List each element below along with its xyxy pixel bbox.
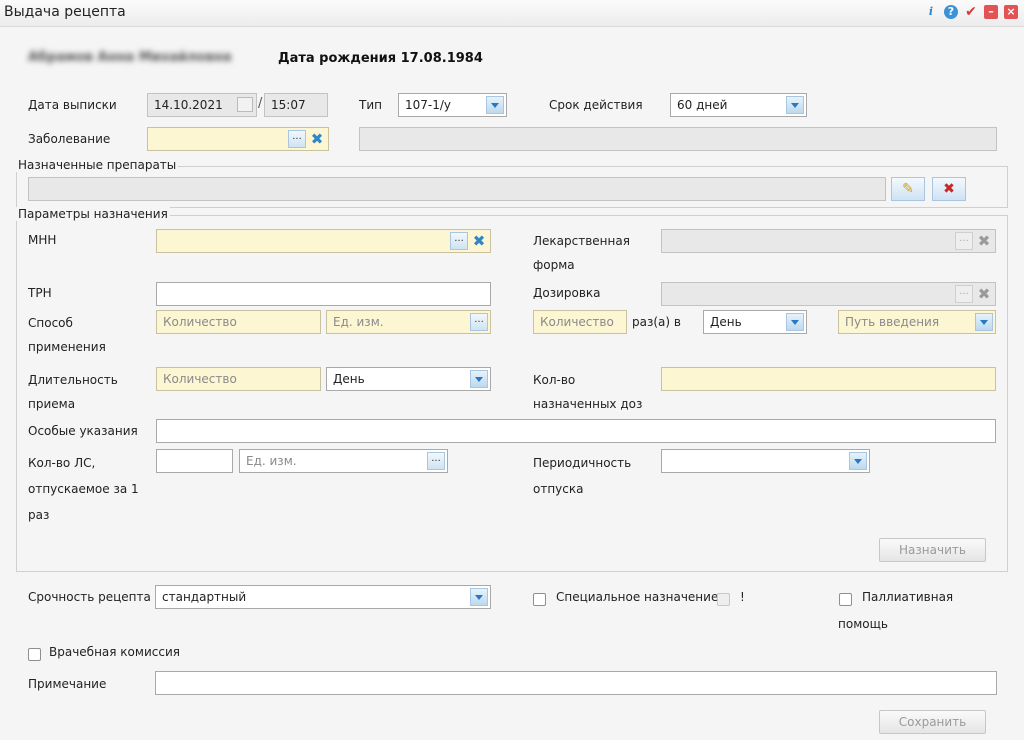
commission-label: Врачебная комиссия <box>49 645 180 659</box>
help-icon[interactable]: ? <box>944 5 958 19</box>
clear-icon: ✖ <box>977 232 991 250</box>
prescribed-drugs-field <box>28 177 886 201</box>
special-instructions-label: Особые указания <box>28 424 138 438</box>
duration-unit-select[interactable]: День <box>326 367 491 391</box>
browse-button: ... <box>955 232 973 250</box>
method-label: Способ применения <box>28 316 106 354</box>
patient-dob: Дата рождения 17.08.1984 <box>278 51 483 66</box>
chevron-down-icon[interactable] <box>470 588 488 606</box>
dispense-quantity-label: Кол-во ЛС, отпускаемое за 1 раз <box>28 456 139 522</box>
chevron-down-icon[interactable] <box>786 313 804 331</box>
pencil-icon: ✎ <box>902 181 914 197</box>
urgency-select[interactable]: стандартный <box>155 585 491 609</box>
method-unit-field[interactable]: Ед. изм.... <box>326 310 491 334</box>
palliative-checkbox[interactable] <box>839 593 852 606</box>
patient-name: Абрамов Анна Михайловна <box>28 50 232 65</box>
urgency-label: Срочность рецепта <box>28 590 151 604</box>
validity-select[interactable]: 60 дней <box>670 93 807 117</box>
disease-field[interactable]: ... ✖ <box>147 127 329 151</box>
browse-button[interactable]: ... <box>288 130 306 148</box>
duration-quantity-field[interactable]: Количество <box>156 367 321 391</box>
route-select[interactable]: Путь введения <box>838 310 996 334</box>
date-time-separator: / <box>258 96 263 111</box>
method-quantity-field[interactable]: Количество <box>156 310 321 334</box>
chevron-down-icon[interactable] <box>849 452 867 470</box>
clear-icon[interactable]: ✖ <box>308 130 326 148</box>
browse-button[interactable]: ... <box>470 313 488 331</box>
chevron-down-icon[interactable] <box>470 370 488 388</box>
duration-label: Длительность приема <box>28 373 118 411</box>
dosage-label: Дозировка <box>533 286 601 300</box>
periodicity-label: Периодичность отпуска <box>533 456 632 496</box>
type-label: Тип <box>359 98 382 112</box>
special-purpose-checkbox[interactable] <box>533 593 546 606</box>
window-titlebar <box>0 0 1024 27</box>
trn-field[interactable] <box>156 282 491 306</box>
delete-button[interactable]: ✖ <box>932 177 966 201</box>
assign-button[interactable]: Назначить <box>879 538 986 562</box>
params-fieldset <box>16 215 1008 572</box>
dispense-quantity-field[interactable] <box>156 449 233 473</box>
browse-button: ... <box>955 285 973 303</box>
doses-label: Кол-во назначенных доз <box>533 373 643 411</box>
params-legend: Параметры назначения <box>16 207 170 221</box>
edit-button[interactable]: ✎ <box>891 177 925 201</box>
times-label: раз(а) в <box>632 315 681 329</box>
dosage-form-field: ... ✖ <box>661 229 996 253</box>
dosage-field: ... ✖ <box>661 282 996 306</box>
mnn-label: МНН <box>28 233 57 247</box>
info-icon[interactable]: i <box>924 5 938 19</box>
periodicity-select[interactable] <box>661 449 870 473</box>
window-controls: i ? ✔ – × <box>924 5 1018 19</box>
chevron-down-icon[interactable] <box>786 96 804 114</box>
note-label: Примечание <box>28 677 107 691</box>
special-purpose-sub-checkbox[interactable] <box>717 593 730 606</box>
chevron-down-icon[interactable] <box>975 313 993 331</box>
disease-description-field <box>359 127 997 151</box>
check-icon[interactable]: ✔ <box>964 5 978 19</box>
dosage-form-label: Лекарственная форма <box>533 234 630 272</box>
clear-icon: ✖ <box>977 285 991 303</box>
calendar-icon[interactable] <box>237 97 253 112</box>
chevron-down-icon[interactable] <box>486 96 504 114</box>
note-field[interactable] <box>155 671 997 695</box>
browse-button[interactable]: ... <box>450 232 468 250</box>
delete-icon: ✖ <box>943 181 955 197</box>
palliative-label-line1: Паллиативная <box>862 590 954 604</box>
issue-date-field[interactable]: 14.10.2021 <box>147 93 257 117</box>
doses-field[interactable] <box>661 367 996 391</box>
save-button[interactable]: Сохранить <box>879 710 986 734</box>
window-title: Выдача рецепта <box>4 4 126 20</box>
special-purpose-label: Специальное назначение <box>556 590 719 604</box>
special-instructions-field[interactable] <box>156 419 996 443</box>
issue-date-label: Дата выписки <box>28 98 117 112</box>
type-select[interactable]: 107-1/у <box>398 93 507 117</box>
browse-button[interactable]: ... <box>427 452 445 470</box>
times-quantity-field[interactable]: Количество <box>533 310 627 334</box>
close-icon[interactable]: × <box>1004 5 1018 19</box>
dispense-unit-field[interactable]: Ед. изм.... <box>239 449 448 473</box>
trn-label: ТРН <box>28 286 52 300</box>
commission-checkbox[interactable] <box>28 648 41 661</box>
period-select[interactable]: День <box>703 310 807 334</box>
validity-label: Срок действия <box>549 98 643 112</box>
disease-label: Заболевание <box>28 132 111 146</box>
prescribed-drugs-legend: Назначенные препараты <box>16 158 179 172</box>
exclamation-mark: ! <box>740 590 745 604</box>
minimize-icon[interactable]: – <box>984 5 998 19</box>
clear-icon[interactable]: ✖ <box>470 232 488 250</box>
issue-time-field[interactable]: 15:07 <box>264 93 328 117</box>
palliative-label-line2: помощь <box>838 617 888 631</box>
mnn-field[interactable]: ... ✖ <box>156 229 491 253</box>
